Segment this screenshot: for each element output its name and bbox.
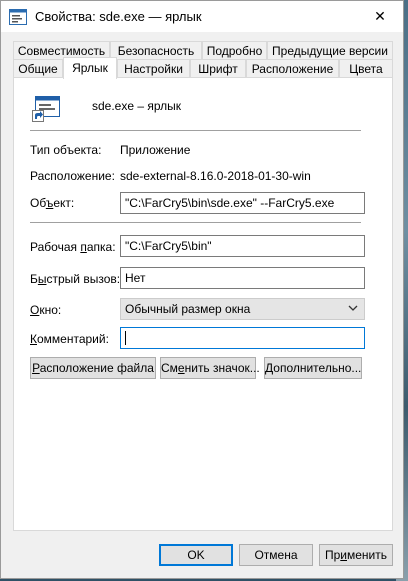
target-label-part: ект: (53, 196, 75, 210)
object-type-label: Тип объекта: (30, 143, 102, 157)
target-field[interactable]: "C:\FarCry5\bin\sde.exe" --FarCry5.exe (120, 192, 365, 214)
tabs-row-2: Общие Ярлык Настройки Шрифт Расположение… (13, 57, 393, 79)
tab-label: Ярлык (72, 61, 108, 75)
tab-label: Настройки (124, 62, 183, 76)
tab-general[interactable]: Общие (13, 59, 63, 78)
shortcut-panel: sde.exe – ярлык Тип объекта: Приложение … (13, 77, 393, 531)
location-label: Расположение: (30, 169, 115, 183)
comment-field[interactable] (120, 327, 365, 349)
comment-label: Комментарий: (30, 332, 109, 346)
open-file-location-button[interactable]: Расположение файла (30, 357, 156, 379)
button-accel: е (177, 361, 185, 375)
text-caret (125, 331, 126, 345)
comment-label-part: омментарий: (37, 332, 109, 346)
button-label: ополнительно... (273, 361, 362, 375)
tab-layout[interactable]: Расположение (246, 59, 339, 78)
object-type-value: Приложение (120, 143, 191, 157)
button-accel: Р (32, 361, 40, 375)
chevron-down-icon (348, 305, 358, 311)
tab-previous-versions[interactable]: Предыдущие версии (267, 41, 393, 60)
hotkey-label-part: стрый вызов: (46, 272, 121, 286)
tab-label: Расположение (251, 62, 334, 76)
window-mode-label: Окно: (30, 303, 61, 317)
advanced-button[interactable]: Дополнительно... (264, 357, 362, 379)
workdir-field[interactable]: "C:\FarCry5\bin" (120, 235, 365, 257)
properties-dialog: Свойства: sde.exe — ярлык ✕ Совместимост… (0, 0, 404, 579)
tab-security[interactable]: Безопасность (110, 41, 202, 60)
tab-details[interactable]: Подробно (202, 41, 267, 60)
workdir-label-part: апка: (86, 240, 116, 254)
tab-options[interactable]: Настройки (117, 59, 190, 78)
target-label-part: Об (30, 196, 46, 210)
window-label-accel: О (30, 303, 40, 317)
tab-label: Цвета (349, 62, 383, 76)
workdir-label: Рабочая папка: (30, 240, 116, 254)
change-icon-button[interactable]: Сменить значок... (160, 357, 260, 379)
window-mode-value: Обычный размер окна (125, 302, 251, 316)
button-accel: и (340, 548, 347, 562)
separator-top (30, 130, 361, 131)
shortcut-name: sde.exe – ярлык (92, 99, 182, 113)
tab-label: Предыдущие версии (272, 44, 388, 58)
cancel-button[interactable]: Отмена (239, 544, 313, 566)
tab-shortcut[interactable]: Ярлык (63, 57, 117, 79)
tab-label: Общие (18, 62, 58, 76)
hotkey-field[interactable]: Нет (120, 267, 365, 289)
hotkey-label: Быстрый вызов: (30, 272, 120, 286)
properties-icon (9, 9, 27, 25)
button-label: менить (347, 548, 388, 562)
tab-label: Безопасность (117, 44, 195, 58)
window-title: Свойства: sde.exe — ярлык (35, 9, 202, 24)
button-label: См (161, 361, 178, 375)
title-bar[interactable]: Свойства: sde.exe — ярлык ✕ (1, 1, 403, 32)
hotkey-label-accel: ы (37, 272, 47, 286)
separator-middle (30, 222, 361, 223)
target-label: Объект: (30, 196, 74, 210)
tab-label: Совместимость (17, 44, 106, 58)
tab-font[interactable]: Шрифт (190, 59, 246, 78)
ok-button[interactable]: OK (159, 544, 233, 566)
button-label: нить значок... (184, 361, 260, 375)
window-label-part: кно: (39, 303, 62, 317)
apply-button[interactable]: Применить (319, 544, 393, 566)
workdir-label-part: Рабочая (30, 240, 81, 254)
tab-colors[interactable]: Цвета (339, 59, 393, 78)
comment-label-accel: К (30, 332, 37, 346)
close-icon: ✕ (374, 8, 386, 24)
shortcut-app-icon (32, 96, 60, 122)
button-label: асположение файла (39, 361, 154, 375)
location-value: sde-external-8.16.0-2018-01-30-win (120, 169, 311, 183)
tab-label: Шрифт (198, 62, 238, 76)
tab-label: Подробно (206, 44, 263, 58)
window-mode-select[interactable]: Обычный размер окна (120, 298, 365, 320)
button-label: Пр (324, 548, 341, 562)
hotkey-label-part: Б (30, 272, 38, 286)
close-button[interactable]: ✕ (357, 1, 403, 32)
